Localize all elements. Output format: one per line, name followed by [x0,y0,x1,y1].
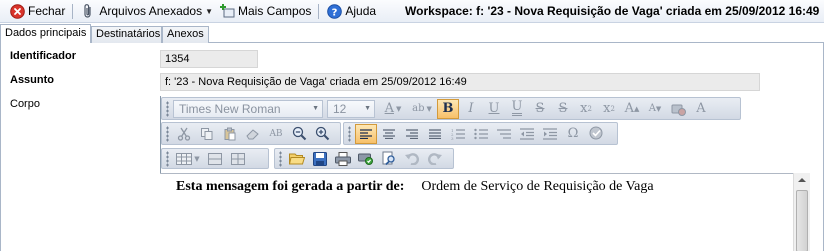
body-label: Corpo [10,98,40,110]
paragraph-toolbar: 123 Ω [343,122,618,145]
help-icon: ? [326,3,342,19]
toolbar-separator [318,3,320,19]
subscript-icon[interactable]: x2 [598,99,620,119]
decrease-indent-icon[interactable] [516,124,538,144]
toolbar-grip[interactable] [166,125,169,142]
font-family-value: Times New Roman [179,101,281,116]
strikethrough-icon[interactable]: S [529,99,551,119]
zoom-out-icon[interactable] [288,124,310,144]
merge-cells-icon[interactable] [204,149,226,169]
bullet-list-icon[interactable] [470,124,492,144]
insert-table-icon[interactable]: ▼ [173,149,203,169]
find-replace-icon[interactable]: AB [265,124,287,144]
italic-icon[interactable]: I [460,99,482,119]
eraser-icon[interactable] [242,124,264,144]
scrollbar-thumb[interactable] [796,190,808,251]
font-size-value: 12 [333,101,347,116]
main-toolbar: Fechar Arquivos Anexados ▼ Mais Campos ?… [0,0,824,23]
tab-bar: Dados principais Destinatários Anexos [0,24,824,43]
toolbar-grip[interactable] [348,125,351,142]
paperclip-icon [80,3,96,19]
help-button[interactable]: ? Ajuda [323,1,379,22]
more-fields-button[interactable]: Mais Campos [216,1,314,22]
align-right-icon[interactable] [401,124,423,144]
message-source: Ordem de Serviço de Requisição de Vaga [421,179,654,194]
highlight-color-icon[interactable]: ab ▼ [408,99,436,119]
subject-field[interactable]: f: '23 - Nova Requisição de Vaga' criada… [160,73,760,91]
toolbar-grip[interactable] [166,100,169,117]
grow-font-icon[interactable]: A ▲ [621,99,643,119]
symbol-icon[interactable]: Ω [562,124,584,144]
chevron-down-icon: ▼ [205,6,214,16]
edit-toolbar: AB [161,122,341,145]
split-cells-icon[interactable] [227,149,249,169]
numbered-list-icon[interactable]: 123 [447,124,469,144]
undo-icon[interactable] [401,149,423,169]
zoom-in-icon[interactable] [311,124,333,144]
paste-icon[interactable] [219,124,241,144]
file-toolbar [274,148,454,169]
subject-label: Assunto [10,74,54,86]
print-icon[interactable] [332,149,354,169]
identifier-field[interactable]: 1354 [160,50,258,68]
font-size-select[interactable]: 12 ▼ [327,99,375,118]
editor-margin [810,173,823,251]
save-icon[interactable] [309,149,331,169]
redo-icon[interactable] [424,149,446,169]
more-fields-label: Mais Campos [238,4,312,18]
editor-content[interactable]: Esta mensagem foi gerada a partir de: Or… [160,173,810,251]
workspace-title: Workspace: f: '23 - Nova Requisição de V… [405,4,820,18]
spellcheck-icon[interactable] [585,124,607,144]
font-dialog-icon[interactable]: A [690,99,712,119]
tab-dados-principais[interactable]: Dados principais [0,24,91,43]
copy-icon[interactable] [196,124,218,144]
align-left-icon[interactable] [355,123,377,144]
close-label: Fechar [28,4,66,18]
chevron-down-icon: ▼ [364,105,371,112]
font-family-select[interactable]: Times New Roman ▼ [173,99,323,118]
toolbar-grip[interactable] [166,150,169,167]
tab-anexos[interactable]: Anexos [162,26,209,43]
superscript-icon[interactable]: x2 [575,99,597,119]
close-icon [9,3,25,19]
increase-indent-icon[interactable] [539,124,561,144]
chevron-down-icon: ▼ [312,105,319,112]
close-button[interactable]: Fechar [6,1,68,22]
open-folder-icon[interactable] [286,149,308,169]
toolbar-grip[interactable] [279,150,282,167]
format-toolbar: Times New Roman ▼ 12 ▼ A ▼ ab ▼ B I U U S … [161,97,741,120]
add-fields-icon [219,3,235,19]
font-color-icon[interactable]: A ▼ [379,99,407,119]
multilevel-list-icon[interactable] [493,124,515,144]
tab-destinatarios[interactable]: Destinatários [91,26,162,43]
scroll-up-icon[interactable] [798,178,806,182]
toolbar-separator [72,3,74,19]
attachments-label: Arquivos Anexados [99,4,203,18]
align-center-icon[interactable] [378,124,400,144]
shrink-font-icon[interactable]: A ▼ [644,99,666,119]
message-intro: Esta mensagem foi gerada a partir de: [176,179,405,194]
svg-text:?: ? [331,7,337,18]
find-icon[interactable] [378,149,400,169]
svg-text:3: 3 [451,136,454,140]
table-toolbar: ▼ [161,148,269,169]
bold-icon[interactable]: B [437,98,459,119]
underline-icon[interactable]: U [483,99,505,119]
identifier-label: Identificador [10,50,77,62]
print-preview-icon[interactable] [355,149,377,169]
help-label: Ajuda [345,4,377,18]
message-line: Esta mensagem foi gerada a partir de: Or… [176,179,654,195]
attachments-button[interactable]: Arquivos Anexados ▼ [77,1,216,22]
editor-scrollbar[interactable] [793,173,810,251]
justify-icon[interactable] [424,124,446,144]
clear-format-icon[interactable] [667,99,689,119]
double-underline-icon[interactable]: U [506,99,528,119]
cut-icon[interactable] [173,124,195,144]
double-strikethrough-icon[interactable]: S [552,99,574,119]
